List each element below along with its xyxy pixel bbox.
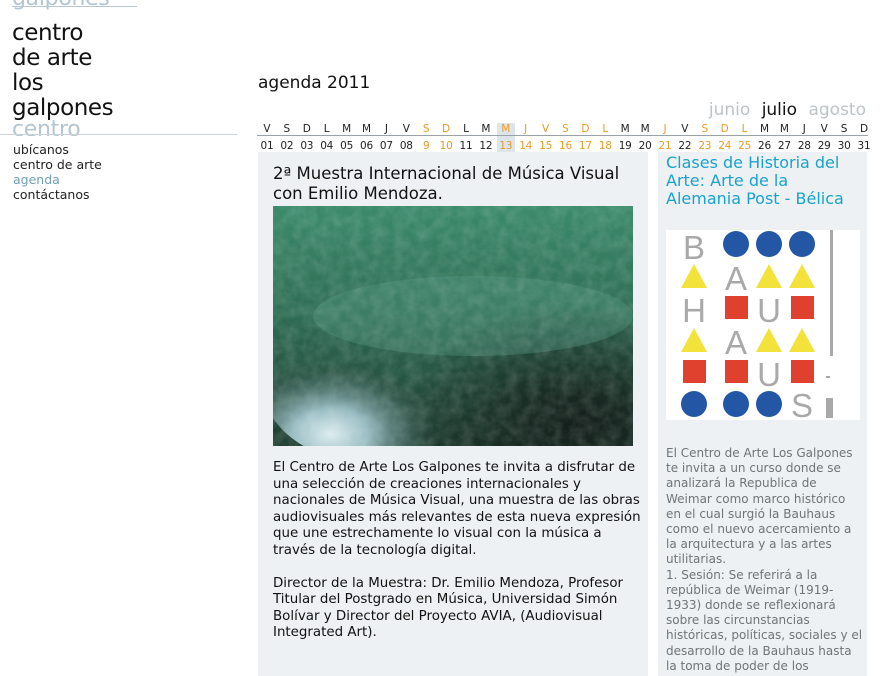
calendar-day-letter: D [442,123,451,135]
calendar-day-21[interactable]: 21 [659,139,672,153]
calendar-day-04[interactable]: 04 [320,139,333,153]
calendar-day-26[interactable]: 26 [758,139,771,153]
calendar-day-letter: V [402,123,410,135]
month-prev-link[interactable]: junio [709,100,750,120]
calendar-day-28[interactable]: 28 [798,139,811,153]
calendar-day-19[interactable]: 19 [619,139,632,153]
calendar-day-letter: M [620,123,630,135]
calendar-day-letter: D [581,123,590,135]
bauhaus-letter-u2: U [757,356,781,393]
bauhaus-letter-a1: A [725,260,747,297]
side-event-description: El Centro de Arte Los Galpones te invita… [666,446,864,674]
event-description: El Centro de Arte Los Galpones te invita… [273,460,643,658]
event-paragraph-1: El Centro de Arte Los Galpones te invita… [273,460,641,558]
calendar-day-11[interactable]: 11 [460,139,473,153]
event-title[interactable]: 2ª Muestra Internacional de Música Visua… [273,164,643,204]
side-paragraph-1: El Centro de Arte Los Galpones te invita… [666,446,853,567]
calendar-day-05[interactable]: 05 [340,139,353,153]
calendar-day-letter: S [422,123,430,135]
calendar-day-02[interactable]: 02 [280,139,293,153]
calendar-day-15[interactable]: 15 [539,139,552,153]
bauhaus-letter-h: H [682,292,706,329]
calendar-day-letter: M [779,123,789,135]
logo-ghost-top: galpones [12,0,110,10]
calendar-day-14[interactable]: 14 [519,139,532,153]
calendar-day-letter: S [701,123,709,135]
nav-item-agenda[interactable]: agenda [13,172,102,187]
nav-item-ubicanos[interactable]: ubícanos [13,142,102,157]
calendar-day-01[interactable]: 01 [261,139,274,153]
page-title: agenda 2011 [258,73,371,93]
calendar-day-29[interactable]: 29 [818,139,831,153]
logo-line-1: centro [12,20,84,46]
calendar-day-letter: M [759,123,770,135]
calendar-day-letter: V [542,123,550,135]
side-event-title[interactable]: Clases de Historia del Arte: Arte de la … [666,154,866,208]
calendar-day-letter: L [323,123,330,135]
bauhaus-poster-image: B A H U A U S [666,229,860,424]
calendar-day-letter: J [663,123,667,135]
bauhaus-letter-s: S [791,387,813,420]
event-paragraph-2: Director de la Muestra: Dr. Emilio Mendo… [273,575,624,641]
calendar-day-letter: M [342,123,352,135]
calendar-day-letter: J [524,123,528,135]
calendar-day-08[interactable]: 08 [400,139,413,153]
side-paragraph-2: 1. Sesión: Se referirá a la república de… [666,567,863,673]
side-event-panel: Clases de Historia del Arte: Arte de la … [658,152,867,676]
bauhaus-letter-a2: A [725,324,747,361]
calendar-day-17[interactable]: 17 [579,139,592,153]
calendar-day-letter: V [820,123,828,135]
calendar-day-letter: M [361,123,372,135]
calendar-day-10[interactable]: 10 [440,139,453,153]
calendar-day-24[interactable]: 24 [718,139,731,153]
calendar-day-30[interactable]: 30 [838,139,851,153]
logo-line-3: los [12,70,44,96]
calendar-strip: V 01 S 02 D 03 L 04 M 05 M 06 J 07 V 08 S 9 D 10 L 11 M 12 M 13 J 1… [257,123,871,155]
calendar-day-25[interactable]: 25 [738,139,751,153]
calendar-day-letter: S [283,123,291,135]
calendar-day-12[interactable]: 12 [479,139,492,153]
calendar-day-letter: L [602,123,609,135]
calendar-day-letter: M [640,123,650,135]
calendar-day-16[interactable]: 16 [559,139,572,153]
month-current: julio [761,100,798,120]
calendar-day-22[interactable]: 22 [678,139,691,153]
calendar-day-23[interactable]: 23 [698,139,711,153]
calendar-day-letter: D [859,123,869,135]
main-nav: ubícanos centro de arte agenda contáctan… [13,142,102,202]
bauhaus-letter-b: B [683,230,705,266]
calendar-day-03[interactable]: 03 [300,139,313,153]
left-divider [0,134,237,135]
nav-item-contactanos[interactable]: contáctanos [13,187,102,202]
calendar-day-31[interactable]: 31 [858,139,871,153]
calendar-rule [257,135,868,136]
calendar-day-letter: V [681,123,689,135]
logo-line-2: de arte [12,45,92,71]
event-image [273,206,633,446]
calendar-day-letter: D [720,123,729,135]
calendar-day-07[interactable]: 07 [380,139,393,153]
nav-item-centro-de-arte[interactable]: centro de arte [13,157,102,172]
calendar-day-letter: M [501,123,511,135]
calendar-day-06[interactable]: 06 [360,139,373,153]
calendar-day-letter: S [562,123,569,135]
site-logo[interactable]: galpones centro de arte los galpones cen… [12,0,137,136]
calendar-day-letter: L [741,123,748,135]
calendar-day-letter: M [481,123,491,135]
calendar-day-letter: S [840,123,848,135]
calendar-day-letter: V [263,123,271,135]
calendar-day-letter: L [463,123,469,135]
calendar-day-9[interactable]: 9 [423,139,430,153]
calendar-day-letter: J [802,123,806,135]
calendar-day-13[interactable]: 13 [499,139,512,153]
calendar-day-27[interactable]: 27 [778,139,791,153]
month-next-link[interactable]: agosto [808,100,866,120]
calendar-day-letter: D [302,123,311,135]
month-selector: junio julio agosto [703,100,866,120]
calendar-day-20[interactable]: 20 [639,139,652,153]
calendar-day-letter: J [384,123,388,135]
main-event-panel: 2ª Muestra Internacional de Música Visua… [258,152,648,676]
bauhaus-letter-u1: U [757,292,781,329]
calendar-day-18[interactable]: 18 [599,139,612,153]
